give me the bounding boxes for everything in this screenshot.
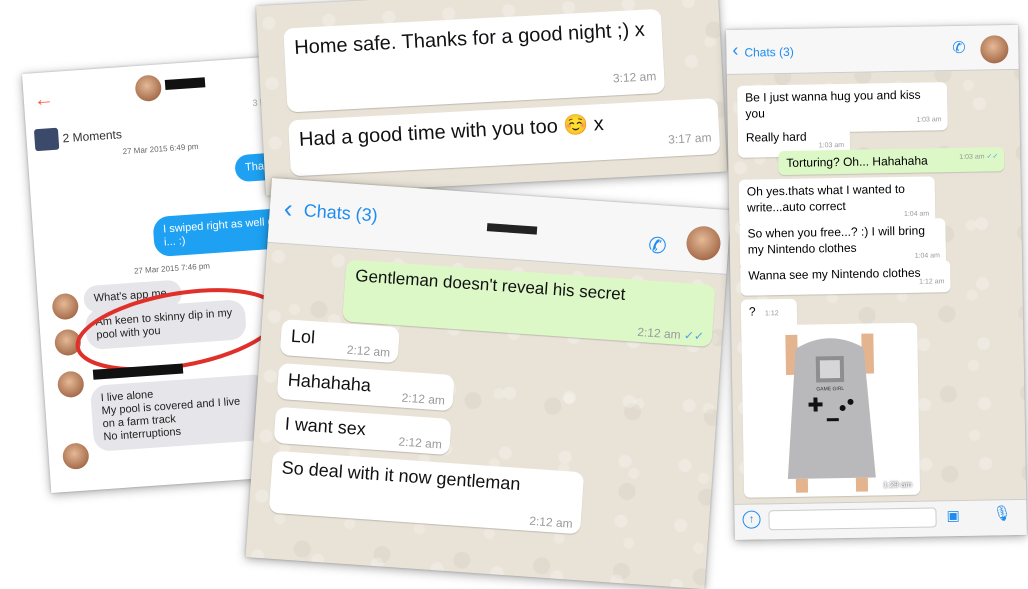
message-bubble-in: Home safe. Thanks for a good night ;) x …	[283, 8, 666, 113]
message-text: Torturing? Oh... Hahahaha	[786, 153, 928, 170]
message-text: I want sex	[284, 413, 367, 440]
read-ticks-icon: ✓✓	[986, 153, 999, 161]
message-time: 3:12 am	[612, 69, 657, 86]
chat-snippet-top: Home safe. Thanks for a good night ;) x …	[256, 0, 728, 196]
chat-screenshot-right: ‹ Chats (3) ✆ Be I just wanna hug you an…	[726, 24, 1027, 540]
chevron-left-icon[interactable]: ‹	[732, 40, 738, 61]
back-to-chats[interactable]: Chats (3)	[744, 45, 794, 60]
avatar	[134, 74, 163, 103]
image-message[interactable]: GAME GIRL 1:29 am	[741, 322, 921, 498]
avatar	[56, 370, 85, 399]
message-bubble-in: I want sex 2:12 am	[273, 406, 452, 456]
camera-icon[interactable]: ▣	[946, 507, 960, 524]
message-input[interactable]	[768, 507, 937, 531]
message-text: So when you free...? :) I will bring my …	[747, 223, 926, 257]
message-time: 2:12 am	[528, 513, 574, 531]
phone-icon[interactable]: ✆	[647, 232, 667, 259]
avatar	[61, 442, 90, 471]
message-bubble-in: Wanna see my Nintendo clothes 1:12 am	[740, 260, 951, 296]
message-time: 3:17 am	[667, 130, 712, 147]
image-time: 1:29 am	[882, 479, 913, 490]
message-text: ?	[748, 304, 756, 319]
message-bubble-in: So deal with it now gentleman 2:12 am	[268, 450, 585, 535]
share-icon[interactable]: ↑	[742, 510, 761, 529]
message-text: Hahahaha	[287, 369, 372, 396]
date-stamp: 27 Mar 2015 6:49 pm	[122, 141, 199, 157]
phone-icon[interactable]: ✆	[952, 38, 966, 58]
message-bubble-in: Hahahaha 2:12 am	[276, 362, 455, 412]
message-text: Be I just wanna hug you and kiss you	[745, 87, 921, 121]
time-text: 2:12 am	[636, 324, 682, 342]
message-text: Wanna see my Nintendo clothes	[748, 265, 921, 283]
dress-illustration: GAME GIRL	[785, 333, 876, 493]
message-time: 1:03 am ✓✓	[959, 149, 998, 166]
chat-screenshot-middle: ‹ Chats (3) ✆ Gentleman doesn't reveal h…	[245, 178, 731, 589]
date-stamp: 27 Mar 2015 7:46 pm	[133, 261, 211, 276]
message-time: 2:12 am ✓✓	[637, 325, 705, 344]
message-time: 2:12 am	[346, 342, 391, 360]
dress-photo: GAME GIRL	[745, 326, 917, 494]
message-bubble-in: Lol 2:12 am	[279, 319, 400, 364]
dress-label: GAME GIRL	[816, 386, 844, 392]
message-time: 2:12 am	[398, 434, 443, 452]
message-time: 1:12 am	[919, 278, 945, 286]
message-text: Oh yes.thats what I wanted to write...au…	[746, 181, 906, 215]
redacted-name	[164, 77, 206, 91]
message-text: So deal with it now gentleman	[281, 457, 522, 495]
message-time: 1:03 am	[916, 116, 942, 124]
message-text: Lol	[290, 325, 316, 348]
time-text: 1:03 am	[959, 153, 985, 161]
message-text: Gentleman doesn't reveal his secret	[354, 266, 627, 304]
message-bubble-in: I live alone My pool is covered and I li…	[89, 373, 273, 452]
input-bar: ↑ ▣ 🎙	[734, 498, 1027, 540]
mic-icon[interactable]: 🎙	[992, 504, 1011, 522]
message-time: 2:12 am	[401, 390, 446, 408]
message-text: Really hard	[745, 129, 807, 145]
read-ticks-icon: ✓✓	[683, 328, 705, 344]
back-arrow-icon[interactable]: ←	[33, 88, 55, 112]
message-bubble-in: Had a good time with you too ☺️ x 3:17 a…	[288, 97, 721, 177]
message-bubble-out: Torturing? Oh... Hahahaha 1:03 am ✓✓	[778, 147, 1005, 176]
message-text: Home safe. Thanks for a good night ;) x	[293, 18, 646, 60]
moments-thumb-icon[interactable]	[33, 127, 60, 152]
moments-label[interactable]: 2 Moments	[62, 127, 122, 145]
message-text: Had a good time with you too ☺️ x	[298, 112, 605, 151]
